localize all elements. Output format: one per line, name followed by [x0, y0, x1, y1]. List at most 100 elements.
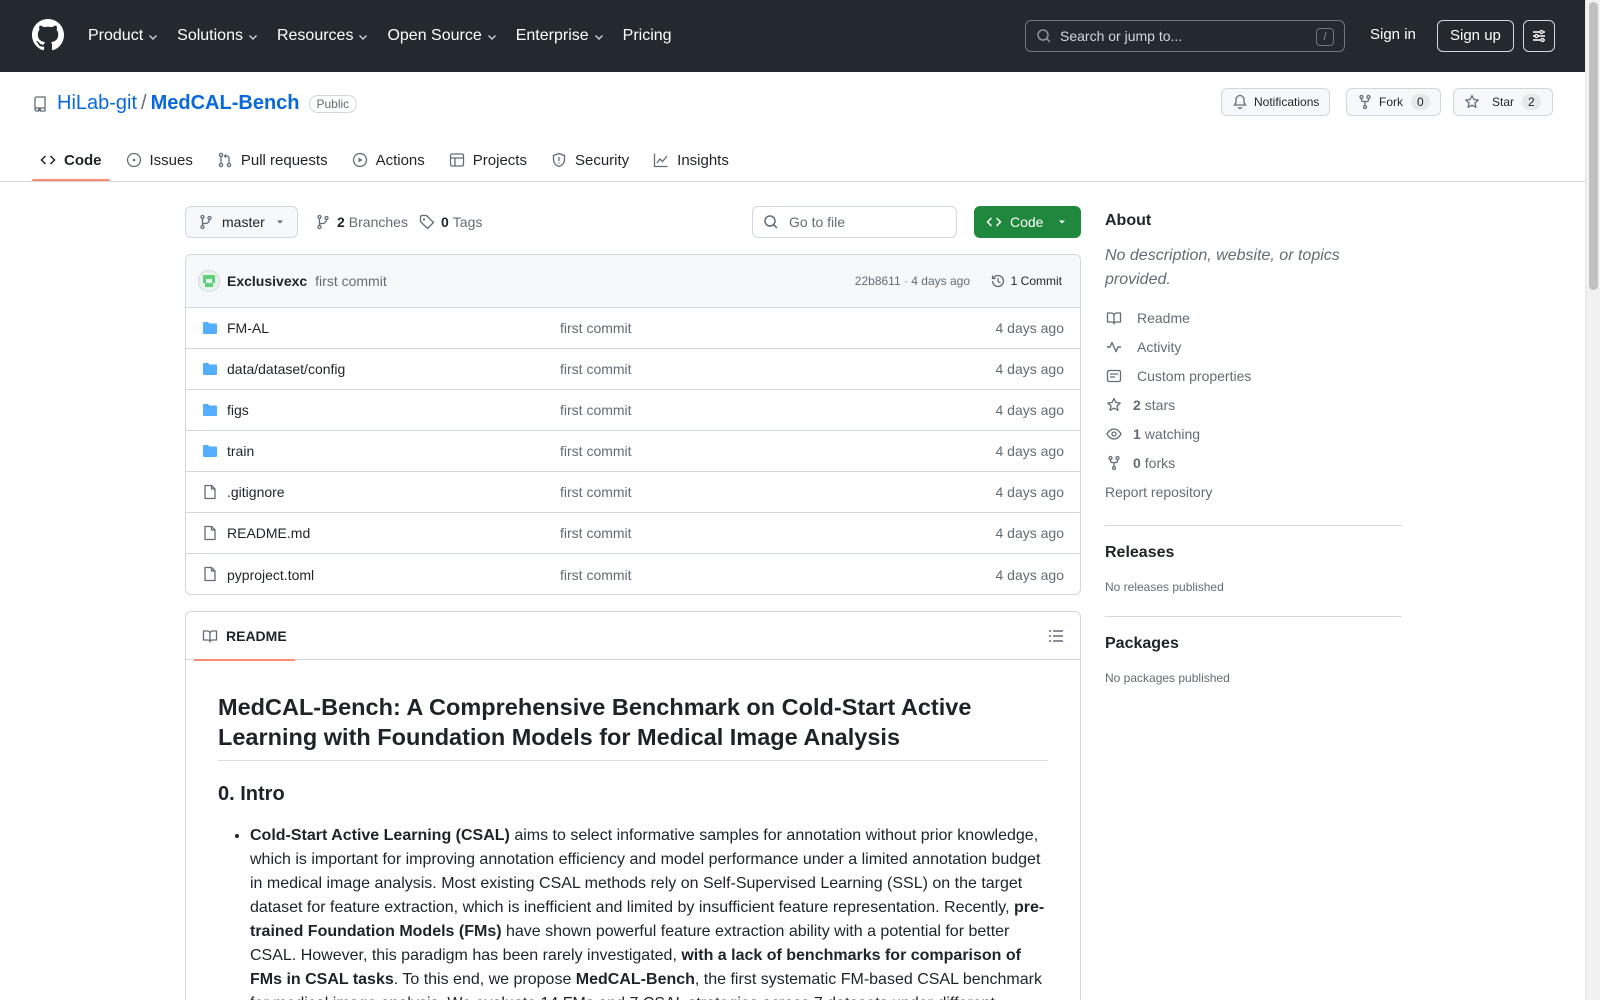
packages-section: Packages No packages published — [1105, 635, 1402, 685]
sign-in-link[interactable]: Sign in — [1370, 26, 1416, 43]
repo-owner-link[interactable]: HiLab-git — [57, 92, 137, 115]
folder-icon — [202, 402, 218, 418]
list-icon[interactable] — [1048, 628, 1064, 644]
chevron-down-icon — [359, 35, 368, 40]
file-commit-message-link[interactable]: first commit — [560, 484, 632, 500]
tab-actions[interactable]: Actions — [344, 140, 433, 180]
code-dropdown-button[interactable]: Code — [974, 206, 1081, 238]
top-navigation: Product Solutions Resources Open Source … — [88, 0, 690, 72]
tags-link[interactable]: 0 Tags — [419, 214, 482, 230]
table-row[interactable]: data/dataset/config first commit 4 days ag… — [186, 349, 1080, 390]
packages-heading[interactable]: Packages — [1105, 635, 1402, 653]
branches-label: Branches — [348, 214, 408, 230]
readme-tab[interactable]: README — [194, 612, 295, 661]
file-icon — [202, 525, 218, 541]
nav-solutions-label: Solutions — [177, 27, 243, 44]
tab-code[interactable]: Code — [32, 140, 110, 181]
menu-button[interactable] — [1523, 20, 1555, 52]
file-name-link[interactable]: train — [227, 443, 254, 459]
activity-link[interactable]: Activity — [1105, 332, 1402, 361]
fork-count: 0 — [1411, 94, 1430, 110]
code-icon — [986, 217, 1002, 227]
file-name-link[interactable]: figs — [227, 402, 249, 418]
file-commit-message-link[interactable]: first commit — [560, 320, 632, 336]
tab-security[interactable]: Security — [543, 140, 637, 180]
readme-tab-label: README — [226, 628, 287, 644]
file-commit-message-link[interactable]: first commit — [560, 361, 632, 377]
fork-button[interactable]: Fork 0 — [1346, 88, 1441, 116]
chevron-down-icon — [149, 35, 158, 40]
branch-icon — [200, 214, 212, 230]
nav-enterprise[interactable]: Enterprise — [516, 27, 605, 45]
file-commit-age: 4 days ago — [995, 525, 1065, 541]
branches-link[interactable]: 2 Branches — [315, 214, 408, 230]
nav-resources[interactable]: Resources — [277, 27, 369, 45]
file-name-link[interactable]: README.md — [227, 525, 310, 541]
readme-section-intro: 0. Intro — [218, 783, 285, 805]
file-name-link[interactable]: FM-AL — [227, 320, 269, 336]
history-icon — [991, 274, 1004, 288]
tab-issues[interactable]: Issues — [118, 140, 201, 180]
report-repository-link[interactable]: Report repository — [1105, 477, 1402, 506]
search-placeholder: Search or jump to... — [1060, 28, 1183, 44]
repo-separator: / — [141, 92, 147, 114]
readme-link[interactable]: Readme — [1105, 303, 1402, 332]
table-row[interactable]: figs first commit 4 days ago — [186, 390, 1080, 431]
releases-heading[interactable]: Releases — [1105, 544, 1402, 562]
custom-properties-link[interactable]: Custom properties — [1105, 361, 1402, 390]
folder-icon — [202, 320, 218, 336]
table-row[interactable]: .gitignore first commit 4 days ago — [186, 472, 1080, 513]
tab-insights[interactable]: Insights — [645, 140, 737, 180]
tab-pull-requests[interactable]: Pull requests — [209, 140, 336, 180]
branch-selector[interactable]: master — [185, 206, 298, 238]
search-input[interactable]: Search or jump to... / — [1025, 20, 1345, 52]
star-count: 2 — [1522, 94, 1541, 110]
page-scrollbar[interactable] — [1585, 0, 1600, 1000]
table-row[interactable]: pyproject.toml first commit 4 days ago — [186, 554, 1080, 594]
commit-history-link[interactable]: 1 Commit — [990, 273, 1062, 289]
search-icon — [1037, 29, 1051, 43]
file-commit-message-link[interactable]: first commit — [560, 443, 632, 459]
nav-product[interactable]: Product — [88, 27, 159, 45]
notifications-button[interactable]: Notifications — [1221, 88, 1331, 116]
sign-up-button[interactable]: Sign up — [1437, 20, 1514, 52]
table-row[interactable]: train first commit 4 days ago — [186, 431, 1080, 472]
file-name-link[interactable]: data/dataset/config — [227, 361, 345, 377]
file-name-link[interactable]: pyproject.toml — [227, 567, 314, 583]
table-row[interactable]: FM-AL first commit 4 days ago — [186, 308, 1080, 349]
avatar[interactable] — [198, 270, 220, 292]
file-commit-message-link[interactable]: first commit — [560, 567, 632, 583]
readme-link-label: Readme — [1137, 309, 1190, 326]
nav-pricing[interactable]: Pricing — [623, 27, 672, 45]
nav-solutions[interactable]: Solutions — [177, 27, 259, 45]
report-repository-label: Report repository — [1105, 483, 1213, 500]
stars-link[interactable]: 2 stars — [1105, 390, 1402, 419]
commit-author-link[interactable]: Exclusivexc — [227, 273, 307, 289]
file-commit-age: 4 days ago — [995, 402, 1065, 418]
table-row[interactable]: README.md first commit 4 days ago — [186, 513, 1080, 554]
commit-message-link[interactable]: first commit — [315, 273, 387, 289]
sliders-icon — [1533, 29, 1545, 43]
file-commit-age: 4 days ago — [995, 443, 1065, 459]
graph-icon — [654, 153, 668, 168]
search-shortcut-key: / — [1316, 28, 1334, 46]
latest-commit-row: Exclusivexc first commit 22b8611 · 4 day… — [186, 255, 1080, 308]
nav-open-source[interactable]: Open Source — [387, 27, 497, 45]
repo-tabs: Code Issues Pull requests Actions Projec… — [32, 140, 745, 181]
tab-projects[interactable]: Projects — [441, 140, 535, 180]
file-commit-age: 4 days ago — [995, 484, 1065, 500]
watching-link[interactable]: 1 watching — [1105, 419, 1402, 448]
file-name-link[interactable]: .gitignore — [227, 484, 285, 500]
go-to-file-input[interactable]: Go to file — [752, 206, 957, 238]
commit-hash-and-time[interactable]: 22b8611 · 4 days ago — [855, 274, 970, 288]
file-commit-message-link[interactable]: first commit — [560, 525, 632, 541]
intro-text-3: . To this end, we propose — [393, 971, 576, 988]
github-logo-icon[interactable] — [32, 19, 64, 51]
scrollbar-thumb[interactable] — [1589, 2, 1598, 290]
forks-link[interactable]: 0 forks — [1105, 448, 1402, 477]
book-icon — [1106, 311, 1122, 325]
activity-link-label: Activity — [1137, 338, 1182, 355]
star-button[interactable]: Star 2 — [1453, 88, 1553, 116]
file-commit-message-link[interactable]: first commit — [560, 402, 632, 418]
repo-name-link[interactable]: MedCAL-Bench — [151, 92, 300, 115]
